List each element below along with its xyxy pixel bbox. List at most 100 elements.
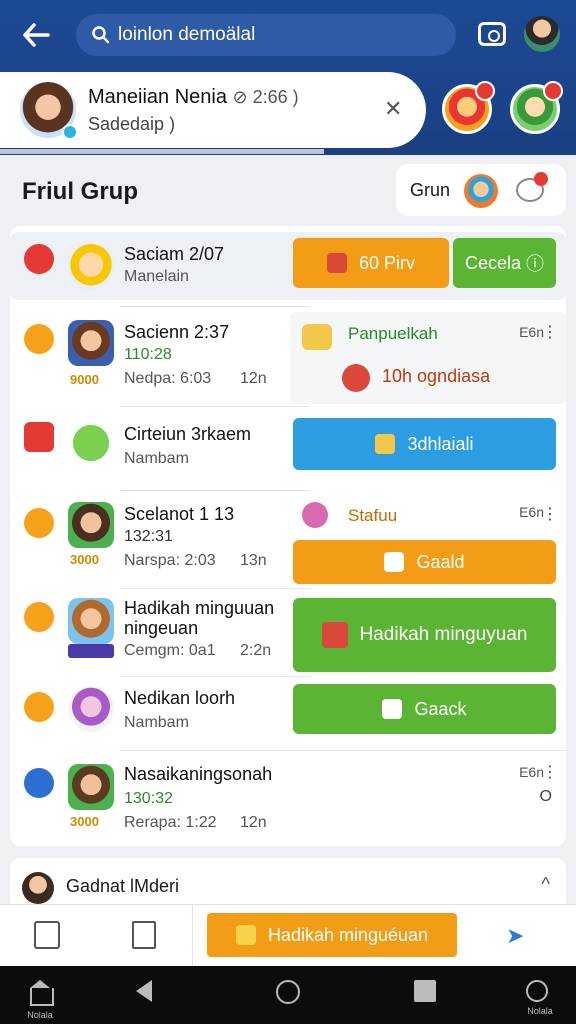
verified-badge-icon bbox=[62, 124, 78, 140]
gift-icon bbox=[342, 364, 370, 392]
item-name: Hadikah minguuan bbox=[124, 598, 275, 618]
trophy-icon bbox=[384, 552, 405, 572]
chevron-up-icon[interactable]: ^ bbox=[542, 874, 550, 895]
emoji-icon bbox=[24, 602, 54, 632]
panel-title: Stafuu bbox=[348, 506, 398, 525]
document-icon[interactable] bbox=[132, 921, 156, 949]
divider bbox=[120, 676, 310, 677]
chat-list: Saciam 2/07 Manelain 60 Pirv Cecela ⓘ 90… bbox=[10, 226, 566, 846]
search-query: loinlon demoälal bbox=[118, 24, 256, 45]
home-circle-icon[interactable] bbox=[276, 980, 300, 1004]
bottom-action-bar: Hadikah minguéuan ➤ bbox=[0, 904, 576, 967]
item-subtitle: Rerapa: 1:22 bbox=[124, 814, 217, 831]
recents-icon[interactable] bbox=[414, 980, 436, 1002]
edit-icon[interactable] bbox=[34, 921, 60, 949]
send-icon[interactable]: ➤ bbox=[506, 923, 536, 949]
top-app-bar: loinlon demoälal Maneiian Nenia ⊘ 2:66 )… bbox=[0, 0, 576, 155]
panel-time: E6n bbox=[519, 324, 544, 340]
system-nav-bar: Nolala Nolala bbox=[0, 966, 576, 1024]
trophy-icon bbox=[382, 699, 403, 719]
reward-button[interactable]: Hadikah minguyuan bbox=[293, 598, 556, 672]
chat-header[interactable]: Maneiian Nenia ⊘ 2:66 ) Sadedaip ) ✕ bbox=[0, 72, 426, 148]
item-name: Nasaikaningsonah bbox=[124, 764, 273, 784]
notification-badge-icon bbox=[475, 81, 495, 101]
search-bar[interactable]: loinlon demoälal bbox=[76, 14, 456, 56]
bag-icon bbox=[302, 502, 328, 528]
item-subtitle: Nedpa: 6:03 bbox=[124, 370, 212, 387]
level-badge bbox=[68, 644, 114, 658]
avatar bbox=[68, 764, 114, 810]
item-name: Sacienn 2:37 bbox=[124, 322, 230, 342]
panel-subtitle: 10h ogndiasa bbox=[382, 366, 491, 386]
item-meta: 130:32 bbox=[124, 790, 173, 807]
item-side-extra: O bbox=[539, 788, 552, 805]
action-button[interactable]: Gaack bbox=[293, 684, 556, 734]
more-options-icon[interactable]: ⋮ bbox=[542, 322, 558, 342]
chat-name: Maneiian Nenia ⊘ 2:66 ) bbox=[88, 86, 299, 108]
gift-button[interactable]: Gaald bbox=[293, 540, 556, 584]
coin-count: 9000 bbox=[70, 372, 99, 387]
more-options-icon[interactable]: ⋮ bbox=[542, 762, 558, 782]
divider bbox=[120, 406, 310, 407]
gold-bar-icon bbox=[235, 925, 256, 945]
camera-icon[interactable] bbox=[478, 22, 506, 46]
item-subtitle: Narspa: 2:03 bbox=[124, 552, 216, 569]
gift-icon bbox=[24, 422, 54, 452]
item-side-time: E6n bbox=[519, 764, 544, 780]
contact-row[interactable]: Gadnat lMderi ^ bbox=[10, 858, 566, 908]
item-name-line2: ningeuan bbox=[124, 618, 199, 638]
alert-icon bbox=[24, 244, 54, 274]
send-gift-button[interactable]: Hadikah minguéuan bbox=[207, 913, 457, 957]
profile-avatar[interactable] bbox=[524, 16, 560, 52]
info-icon: ⓘ bbox=[526, 254, 545, 274]
item-time: 13n bbox=[240, 552, 267, 569]
item-subtitle: Nambam bbox=[124, 450, 189, 467]
header-progress bbox=[0, 149, 324, 154]
gift-icon bbox=[326, 253, 347, 273]
item-subtitle: Nambam bbox=[124, 714, 189, 731]
info-circle-icon bbox=[24, 768, 54, 798]
cancel-button[interactable]: Cecela ⓘ bbox=[453, 238, 556, 288]
chat-bubble-icon bbox=[516, 172, 548, 202]
hand-icon bbox=[302, 324, 332, 350]
avatar bbox=[68, 502, 114, 548]
item-subtitle: Cemgm: 0a1 bbox=[124, 642, 216, 659]
reward-panel[interactable]: Stafuu E6n ⋮ bbox=[290, 494, 566, 534]
close-icon[interactable]: ✕ bbox=[384, 96, 402, 122]
divider bbox=[192, 905, 193, 967]
avatar bbox=[68, 686, 114, 732]
avatar bbox=[68, 420, 114, 466]
primary-action-button[interactable]: 60 Pirv bbox=[293, 238, 449, 288]
item-meta: 132:31 bbox=[124, 528, 173, 545]
group-side-label: Grun bbox=[410, 180, 451, 200]
item-time: 12n bbox=[240, 814, 267, 831]
avatar bbox=[68, 598, 114, 644]
coin-count: 3000 bbox=[70, 814, 99, 829]
gold-bar-icon bbox=[375, 434, 396, 454]
avatar bbox=[68, 320, 114, 366]
emoji-icon bbox=[24, 324, 54, 354]
home-icon[interactable]: Nolala bbox=[26, 980, 54, 1020]
item-time: 12n bbox=[240, 370, 267, 387]
account-icon[interactable]: Nolala bbox=[526, 980, 553, 1016]
coin-count: 3000 bbox=[70, 552, 99, 567]
panel-time: E6n bbox=[519, 504, 544, 520]
item-subtitle: Manelain bbox=[124, 268, 189, 285]
chat-time: 2:66 ) bbox=[252, 87, 299, 107]
gift-icon bbox=[321, 622, 348, 648]
sticker-avatar-2[interactable] bbox=[510, 81, 563, 134]
divider bbox=[120, 588, 310, 589]
emoji-icon bbox=[24, 692, 54, 722]
sticker-avatar-1[interactable] bbox=[442, 81, 495, 134]
group-title: Friul Grup bbox=[22, 178, 138, 205]
claim-button[interactable]: 3dhlaiali bbox=[293, 418, 556, 470]
back-arrow-icon[interactable] bbox=[20, 20, 52, 50]
home-label: Nolala bbox=[27, 1010, 53, 1020]
group-header: Friul Grup Grun bbox=[0, 160, 576, 226]
reward-panel[interactable]: Panpuelkah E6n ⋮ 10h ogndiasa bbox=[290, 312, 566, 404]
group-side-card[interactable]: Grun bbox=[396, 164, 566, 216]
more-options-icon[interactable]: ⋮ bbox=[542, 504, 558, 524]
back-icon[interactable] bbox=[136, 980, 152, 1002]
list-item[interactable]: 3000 Nasaikaningsonah 130:32 Rerapa: 1:2… bbox=[10, 756, 566, 842]
item-name: Scelanot 1 13 bbox=[124, 504, 235, 524]
